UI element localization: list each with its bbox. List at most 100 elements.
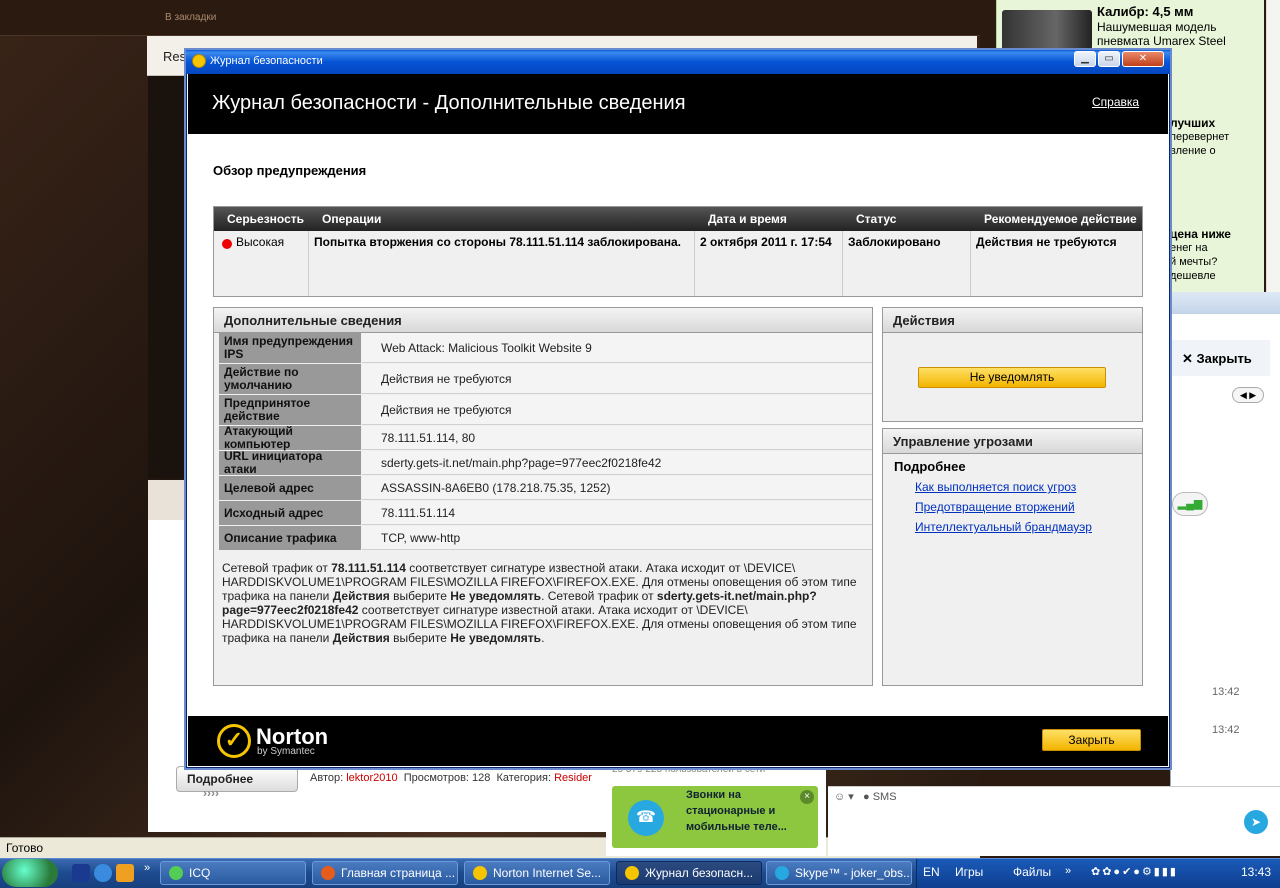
row-recommended: Действия не требуются xyxy=(976,235,1117,249)
ad-title[interactable]: Калибр: 4,5 мм xyxy=(1097,4,1193,19)
skype-nav-arrows[interactable]: ◀ ▶ xyxy=(1232,387,1264,403)
desc-text: выберите xyxy=(389,631,451,645)
sms-label: SMS xyxy=(872,791,897,803)
detail-value: Действия не требуются xyxy=(362,395,872,425)
taskbar-label: Skype™ - joker_obs... xyxy=(795,866,912,880)
details-title: Дополнительные сведения xyxy=(214,308,872,333)
site-nav-label[interactable]: Res xyxy=(163,49,186,64)
detail-label: Целевой адрес xyxy=(219,476,361,500)
taskbar-button-skype[interactable]: Skype™ - joker_obs... xyxy=(766,861,912,885)
taskbar-button-security-log[interactable]: Журнал безопасн... xyxy=(616,861,762,885)
desc-bold: 78.111.51.114 xyxy=(331,561,406,575)
taskbar-button-icq[interactable]: ICQ xyxy=(160,861,306,885)
games-menu[interactable]: Игры xyxy=(955,865,983,879)
clock: 13:43 xyxy=(1241,865,1272,879)
skype-close-label: Закрыть xyxy=(1196,351,1252,366)
skype-window xyxy=(1170,292,1280,856)
more-button[interactable]: Подробнее ›››› xyxy=(176,766,298,800)
skype-close-button[interactable]: ✕ Закрыть xyxy=(1182,351,1252,367)
detail-label: Исходный адрес xyxy=(219,501,361,525)
ie-icon[interactable] xyxy=(94,864,112,882)
article-meta: Автор: lektor2010 Просмотров: 128 Катего… xyxy=(310,772,592,784)
header-datetime: Дата и время xyxy=(708,212,787,226)
detail-label: Атакующий компьютер xyxy=(219,425,361,451)
media-player-icon[interactable] xyxy=(116,864,134,882)
files-menu[interactable]: Файлы xyxy=(1013,865,1051,879)
taskbar-button-firefox[interactable]: Главная страница ... xyxy=(312,861,458,885)
quicklaunch-more-icon[interactable]: » xyxy=(144,862,150,874)
actions-title: Действия xyxy=(883,308,1142,333)
start-button[interactable] xyxy=(2,859,58,887)
desc-text: выберите xyxy=(389,589,451,603)
window-footer xyxy=(188,716,1168,766)
more-info-title: Подробнее xyxy=(894,459,966,474)
tray-more-icon[interactable]: » xyxy=(1065,865,1071,877)
taskbar-label: ICQ xyxy=(189,866,211,880)
link-threat-scan[interactable]: Как выполняется поиск угроз xyxy=(915,480,1076,494)
taskbar-button-norton[interactable]: Norton Internet Se... xyxy=(464,861,610,885)
desc-text: . xyxy=(541,631,545,645)
column-divider xyxy=(842,231,843,296)
detail-label: Описание трафика xyxy=(219,526,361,550)
language-indicator[interactable]: EN xyxy=(923,865,940,879)
more-arrows: ›››› xyxy=(203,786,219,800)
send-icon[interactable]: ➤ xyxy=(1244,810,1268,834)
more-button-label: Подробнее xyxy=(187,772,254,786)
tray-icons[interactable]: ✿✿●✔●⚙▮▮▮ xyxy=(1091,865,1178,878)
detail-value: TCP, www-http xyxy=(362,526,872,550)
ad-line4: енег на й мечты? дешевле xyxy=(1170,242,1218,282)
desktop-icon[interactable] xyxy=(72,864,90,882)
sms-selector[interactable]: ☺ ▾ ● SMS xyxy=(834,790,897,803)
norton-icon xyxy=(473,866,487,880)
bookmarks-link[interactable]: В закладки xyxy=(165,12,216,23)
window-titlebar[interactable] xyxy=(186,50,1170,74)
row-operation: Попытка вторжения со стороны 78.111.51.1… xyxy=(314,235,681,249)
page-title: Журнал безопасности - Дополнительные све… xyxy=(212,92,686,114)
overview-title: Обзор предупреждения xyxy=(213,163,367,178)
meta-category-link[interactable]: Resider xyxy=(554,772,592,784)
skype-titlebar[interactable] xyxy=(1170,292,1280,314)
detail-value: Действия не требуются xyxy=(362,364,872,394)
skype-icon xyxy=(775,866,789,880)
message-time: 13:42 xyxy=(1212,724,1240,736)
system-tray: EN Игры Файлы » ✿✿●✔●⚙▮▮▮ 13:43 xyxy=(916,859,1280,888)
alert-table-header: Серьезность Операции Дата и время Статус… xyxy=(214,207,1142,231)
severity-high-icon xyxy=(222,239,232,249)
norton-icon xyxy=(625,866,639,880)
do-not-notify-button[interactable]: Не уведомлять xyxy=(918,367,1106,388)
ad-image[interactable] xyxy=(1002,10,1092,50)
detail-label: URL инициатора атаки xyxy=(219,450,361,476)
help-link[interactable]: Справка xyxy=(1092,95,1139,109)
detail-value: Web Attack: Malicious Toolkit Website 9 xyxy=(362,333,872,363)
detail-value: ASSASSIN-8A6EB0 (178.218.75.35, 1252) xyxy=(362,476,872,500)
close-icon[interactable]: × xyxy=(800,790,814,804)
column-divider xyxy=(970,231,971,296)
close-button[interactable]: Закрыть xyxy=(1042,729,1141,751)
link-intrusion-prevention[interactable]: Предотвращение вторжений xyxy=(915,500,1075,514)
phone-icon: ☎ xyxy=(628,800,664,836)
desc-text: Сетевой трафик от xyxy=(222,561,332,575)
header-recommended: Рекомендуемое действие xyxy=(984,212,1137,226)
detail-value: 78.111.51.114 xyxy=(362,501,872,525)
detail-label: Предпринятое действие xyxy=(219,395,361,425)
norton-logo-subtext: by Symantec xyxy=(257,746,315,757)
call-promo-text: Звонки на стационарные и мобильные теле.… xyxy=(686,789,787,833)
window-title-text: Журнал безопасности xyxy=(210,55,323,67)
message-time: 13:42 xyxy=(1212,686,1240,698)
maximize-button[interactable]: ▭ xyxy=(1098,51,1120,67)
threats-title: Управление угрозами xyxy=(883,429,1142,454)
ad-line2: перевернет вление о xyxy=(1170,131,1230,157)
header-severity: Серьезность xyxy=(227,212,305,226)
meta-views: Просмотров: 128 xyxy=(403,772,491,784)
header-status: Статус xyxy=(856,212,897,226)
detail-value: sderty.gets-it.net/main.php?page=977eec2… xyxy=(362,451,872,475)
taskbar-label: Главная страница ... xyxy=(341,866,456,880)
window-close-button[interactable]: ✕ xyxy=(1122,51,1164,67)
page-scrollbar[interactable] xyxy=(1266,0,1280,296)
meta-category-label: Категория: xyxy=(496,772,551,784)
browser-toolbar xyxy=(0,0,980,36)
minimize-button[interactable]: ▁ xyxy=(1074,51,1096,67)
link-smart-firewall[interactable]: Интеллектуальный брандмауэр xyxy=(915,520,1092,534)
taskbar-label: Norton Internet Se... xyxy=(493,866,602,880)
meta-author-link[interactable]: lektor2010 xyxy=(346,772,397,784)
